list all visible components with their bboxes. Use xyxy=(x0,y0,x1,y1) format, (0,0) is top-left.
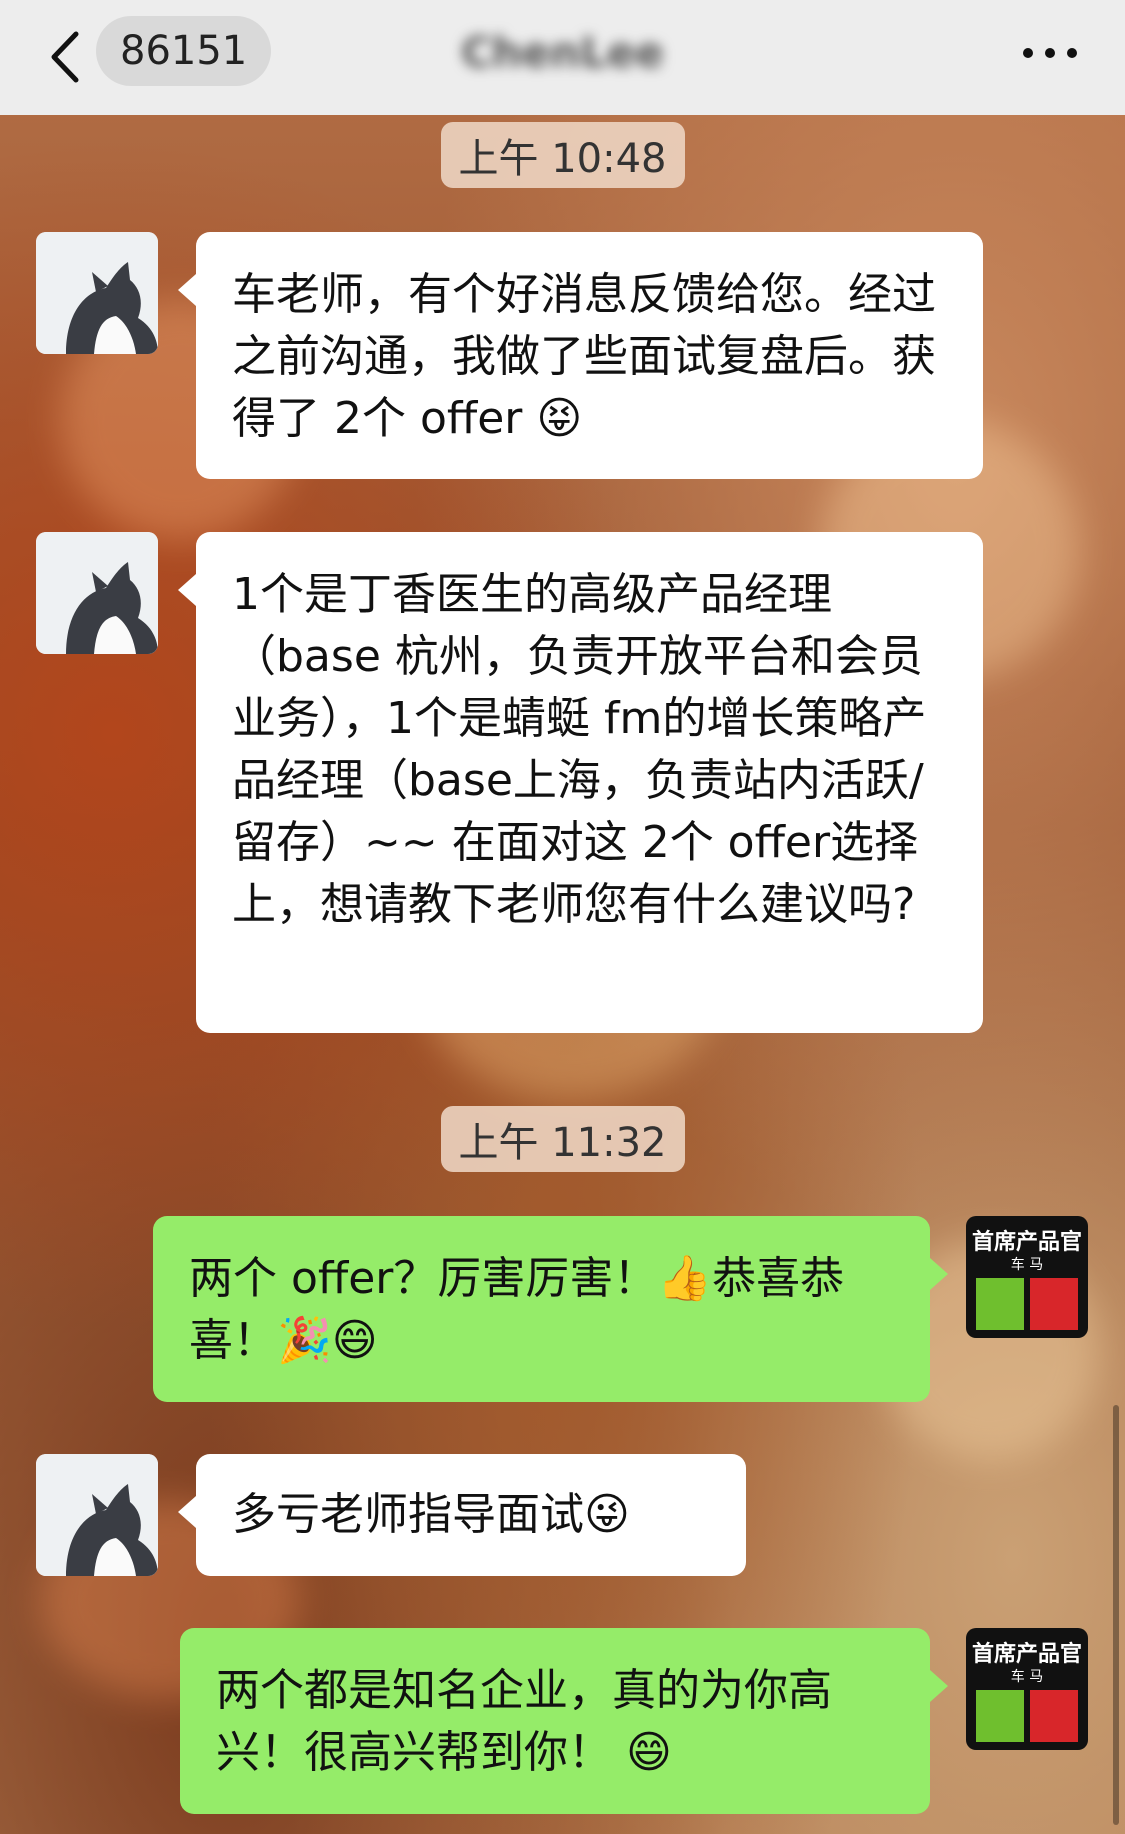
contact-avatar[interactable] xyxy=(36,532,158,654)
my-avatar[interactable]: 首席产品官 车 马 xyxy=(966,1216,1088,1338)
book-cover-red xyxy=(1030,1278,1078,1330)
cat-avatar-icon xyxy=(36,1454,158,1576)
nav-bar: 86151 ChenLee xyxy=(0,0,1125,115)
book-cover-green xyxy=(976,1690,1024,1742)
contact-avatar[interactable] xyxy=(36,1454,158,1576)
message-bubble-received[interactable]: 多亏老师指导面试😜 xyxy=(178,1454,746,1576)
chat-title: ChenLee xyxy=(461,28,664,77)
my-avatar[interactable]: 首席产品官 车 马 xyxy=(966,1628,1088,1750)
timestamp: 上午 11:32 xyxy=(440,1106,685,1172)
avatar-brand-title: 首席产品官 xyxy=(971,1642,1082,1667)
message-bubble-sent[interactable]: 两个都是知名企业，真的为你高兴！很高兴帮到你！ 😄 xyxy=(180,1628,948,1814)
contact-avatar[interactable] xyxy=(36,232,158,354)
timestamp: 上午 10:48 xyxy=(440,122,685,188)
book-cover-red xyxy=(1030,1690,1078,1742)
avatar-brand-subtitle: 车 马 xyxy=(1010,1257,1044,1273)
avatar-brand-title: 首席产品官 xyxy=(971,1230,1082,1255)
scrollbar[interactable] xyxy=(1113,1405,1119,1825)
book-cover-green xyxy=(976,1278,1024,1330)
avatar-brand-subtitle: 车 马 xyxy=(1010,1669,1044,1685)
message-bubble-received[interactable]: 1个是丁香医生的高级产品经理（base 杭州，负责开放平台和会员业务），1个是蜻… xyxy=(178,532,983,1033)
more-options-icon[interactable] xyxy=(1023,48,1077,58)
cat-avatar-icon xyxy=(36,232,158,354)
message-bubble-sent[interactable]: 两个 offer？厉害厉害！👍恭喜恭喜！🎉😄 xyxy=(153,1216,948,1402)
cat-avatar-icon xyxy=(36,532,158,654)
message-bubble-received[interactable]: 车老师，有个好消息反馈给您。经过之前沟通，我做了些面试复盘后。获得了 2个 of… xyxy=(178,232,983,479)
